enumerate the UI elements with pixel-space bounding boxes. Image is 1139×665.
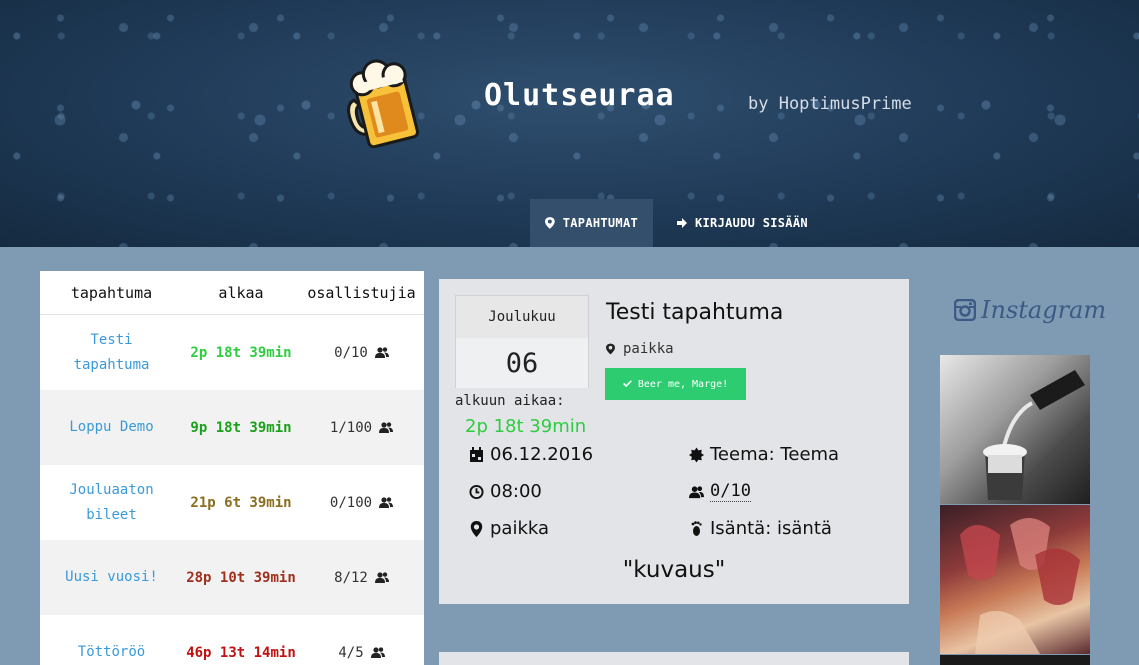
calendar-icon (470, 446, 483, 462)
event-host: Isäntä: isäntä (689, 518, 832, 539)
site-author: by HoptimusPrime (748, 94, 912, 114)
map-marker-icon (470, 520, 483, 537)
site-title[interactable]: Olutseuraa (484, 78, 675, 113)
event-participants: 8/12 (299, 570, 424, 586)
event-card: Joulukuu 06 alkuun aikaa: 2p 18t 39min T… (439, 279, 909, 604)
event-date: 06.12.2016 (469, 444, 593, 465)
instagram-photo[interactable] (940, 505, 1090, 654)
table-row: Loppu Demo 9p 18t 39min 1/100 (40, 390, 424, 465)
event-month: Joulukuu (456, 296, 588, 338)
participants-count: 0/10 (334, 344, 368, 361)
nav-events-label: TAPAHTUMAT (562, 216, 638, 230)
check-icon (622, 380, 632, 388)
event-link[interactable]: Uusi vuosi! (40, 565, 183, 590)
certificate-icon (689, 447, 704, 462)
instagram-title[interactable]: Instagram (954, 296, 1106, 324)
next-event-card (439, 652, 909, 665)
event-starts: 46p 13t 14min (186, 644, 296, 661)
event-participants: 0/100 (299, 495, 424, 511)
clock-icon (469, 484, 484, 499)
table-row: Jouluaaton bileet 21p 6t 39min 0/100 (40, 465, 424, 540)
event-place-short-label: paikka (623, 341, 674, 357)
users-icon (379, 497, 394, 508)
participants-count: 8/12 (334, 569, 368, 586)
event-participants: 0/10 (299, 345, 424, 361)
arrow-right-icon (677, 218, 687, 228)
users-icon (379, 422, 394, 433)
users-icon (689, 485, 704, 498)
table-header: tapahtuma alkaa osallistujia (40, 271, 424, 315)
event-participants-value[interactable]: 0/10 (710, 481, 751, 502)
participants-count: 4/5 (338, 644, 364, 661)
event-theme-value: Teema: Teema (710, 444, 840, 465)
event-time: 08:00 (469, 481, 542, 502)
beer-mug-logo (347, 59, 419, 149)
table-row: Testi tapahtuma 2p 18t 39min 0/10 (40, 315, 424, 390)
event-starts: 9p 18t 39min (190, 419, 292, 436)
header-participants: osallistujia (307, 283, 416, 302)
event-date-value: 06.12.2016 (490, 444, 594, 465)
users-icon (374, 572, 389, 583)
event-participants: 0/10 (689, 481, 751, 502)
events-table: tapahtuma alkaa osallistujia Testi tapah… (40, 271, 424, 665)
event-participants: 1/100 (299, 420, 424, 436)
participants-count: 1/100 (329, 419, 373, 436)
event-participants: 4/5 (299, 645, 424, 661)
event-starts: 28p 10t 39min (186, 569, 296, 586)
instagram-icon (954, 299, 976, 321)
event-link[interactable]: Loppu Demo (40, 415, 183, 440)
event-link[interactable]: Töttöröö (40, 640, 183, 665)
nav-login[interactable]: KIRJAUDU SISÄÄN (662, 199, 823, 247)
event-place: paikka (469, 518, 549, 539)
page-header: Olutseuraa by HoptimusPrime TAPAHTUMAT K… (0, 0, 1139, 247)
instagram-photo[interactable] (940, 355, 1090, 504)
users-icon (370, 647, 385, 658)
event-link[interactable]: Testi tapahtuma (40, 328, 183, 378)
countdown-label: alkuun aikaa: (455, 393, 565, 409)
event-theme: Teema: Teema (689, 444, 839, 465)
map-marker-icon (606, 343, 615, 355)
event-host-value: Isäntä: isäntä (710, 518, 832, 539)
event-place-value: paikka (490, 518, 550, 539)
header-starts: alkaa (218, 283, 264, 302)
footprint-icon (691, 520, 702, 536)
countdown-value: 2p 18t 39min (465, 416, 587, 437)
event-starts: 21p 6t 39min (190, 494, 292, 511)
users-icon (374, 347, 389, 358)
table-row: Töttöröö 46p 13t 14min 4/5 (40, 615, 424, 665)
beer-me-label: Beer me, Marge! (637, 378, 729, 390)
table-row: Uusi vuosi! 28p 10t 39min 8/12 (40, 540, 424, 615)
event-date-box: Joulukuu 06 (455, 295, 589, 388)
event-starts: 2p 18t 39min (190, 344, 292, 361)
event-link[interactable]: Jouluaaton bileet (40, 478, 183, 528)
event-title: Testi tapahtuma (606, 300, 784, 325)
participants-count: 0/100 (329, 494, 373, 511)
event-place-short: paikka (606, 341, 674, 357)
instagram-label: Instagram (981, 296, 1107, 324)
event-time-value: 08:00 (490, 481, 542, 502)
nav-login-label: KIRJAUDU SISÄÄN (695, 216, 808, 230)
wine-toast-image (960, 517, 1080, 654)
event-description: "kuvaus" (622, 557, 726, 583)
header-event: tapahtuma (70, 283, 153, 302)
event-day: 06 (456, 338, 588, 388)
beer-me-button[interactable]: Beer me, Marge! (605, 368, 746, 400)
beer-pour-image (983, 370, 1085, 500)
map-marker-icon (545, 217, 555, 229)
nav-events[interactable]: TAPAHTUMAT (530, 199, 653, 247)
instagram-photo[interactable] (940, 655, 1090, 665)
